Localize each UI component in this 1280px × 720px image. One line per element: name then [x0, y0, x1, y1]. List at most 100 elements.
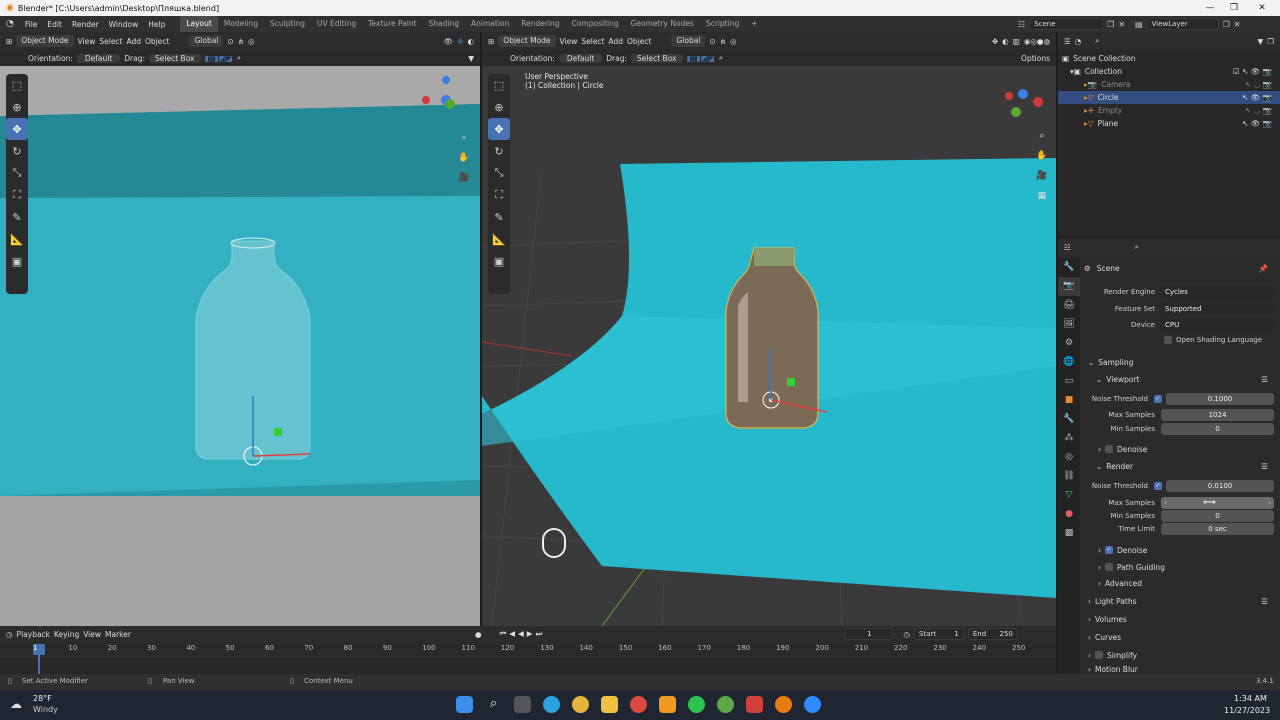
pin-icon[interactable]: 📌 — [1259, 264, 1268, 273]
timeline-track-area[interactable] — [0, 658, 1056, 674]
menu-select[interactable]: Select — [581, 37, 604, 46]
collection-visibility-icons[interactable]: ☑ ↖ 👁 📷 — [1233, 67, 1272, 76]
timeline-editor-icon[interactable]: ◷ — [6, 630, 13, 639]
tab-scripting[interactable]: Scripting — [700, 16, 745, 32]
pivot-icon[interactable]: ⊙ — [227, 37, 233, 46]
filter-icon[interactable]: ▼ — [468, 54, 474, 63]
select-box-tool-icon[interactable]: ⬚ — [6, 74, 28, 96]
rotate-tool-icon[interactable]: ↻ — [488, 140, 510, 162]
collection-tab-icon[interactable]: ▭ — [1058, 372, 1080, 391]
path-guiding-header[interactable]: › Path Guiding — [1084, 560, 1274, 574]
whatsapp-icon[interactable] — [688, 696, 705, 713]
zoom-icon[interactable]: ⌕ — [1034, 128, 1050, 144]
rotate-tool-icon[interactable]: ↻ — [6, 140, 28, 162]
menu-view[interactable]: View — [560, 37, 578, 46]
menu-add[interactable]: Add — [609, 37, 624, 46]
vp-noise-field[interactable]: 0.1000 — [1166, 392, 1274, 405]
increment-icon[interactable]: › — [1268, 497, 1271, 509]
playback-controls[interactable]: ⏮◀◀▶⏭ — [500, 629, 546, 639]
select-box-tool-icon[interactable]: ⬚ — [488, 74, 510, 96]
display-mode-icon[interactable]: ◔ — [1075, 37, 1082, 46]
feature-set-select[interactable]: Supported — [1161, 302, 1274, 315]
annotate-tool-icon[interactable]: ✎ — [6, 206, 28, 228]
menu-add[interactable]: Add — [127, 37, 142, 46]
add-cube-tool-icon[interactable]: ▣ — [488, 250, 510, 272]
weather-icon[interactable]: ☁ — [10, 697, 22, 711]
search-icon[interactable]: ⌕ — [719, 53, 723, 63]
material-tab-icon[interactable]: ● — [1058, 505, 1080, 524]
gizmo-icon[interactable]: ✥ — [992, 37, 998, 46]
cursor-tool-icon[interactable]: ⊕ — [6, 96, 28, 118]
blender-taskbar-icon[interactable] — [775, 696, 792, 713]
current-frame-field[interactable]: 1 — [845, 628, 894, 640]
mode-select[interactable]: Object Mode — [16, 35, 74, 47]
tab-modeling[interactable]: Modeling — [218, 16, 264, 32]
tab-layout[interactable]: Layout — [180, 16, 218, 32]
chrome-alt-icon[interactable] — [717, 696, 734, 713]
transform-orientation-select[interactable]: Global — [671, 35, 706, 47]
tab-compositing[interactable]: Compositing — [566, 16, 625, 32]
orientation-select[interactable]: Default — [558, 53, 603, 63]
delete-viewlayer-icon[interactable]: ✕ — [1234, 20, 1241, 29]
editor-type-icon[interactable]: ⊞ — [6, 37, 12, 46]
simplify-checkbox[interactable] — [1095, 651, 1103, 659]
data-tab-icon[interactable]: ▽ — [1058, 486, 1080, 505]
scene-tab-icon[interactable]: ⚙ — [1058, 334, 1080, 353]
new-viewlayer-icon[interactable]: ❐ — [1223, 20, 1230, 29]
outliner-filter-icon[interactable]: ▼ — [1257, 37, 1263, 46]
curves-header[interactable]: › Curves — [1084, 630, 1274, 644]
item-visibility-icons[interactable]: ↖ ◡ 📷 — [1245, 80, 1272, 89]
advanced-header[interactable]: › Advanced — [1084, 576, 1274, 590]
file-explorer-icon[interactable] — [601, 696, 618, 713]
mode-select[interactable]: Object Mode — [498, 35, 556, 47]
pan-hand-icon[interactable]: ✋ — [1034, 148, 1050, 164]
task-view-icon[interactable] — [514, 696, 531, 713]
tab-geometry-nodes[interactable]: Geometry Nodes — [625, 16, 700, 32]
viewlayer-field[interactable]: ViewLayer — [1146, 18, 1219, 30]
new-scene-icon[interactable]: ❐ — [1107, 20, 1114, 29]
particles-tab-icon[interactable]: ⁂ — [1058, 429, 1080, 448]
add-cube-tool-icon[interactable]: ▣ — [6, 250, 28, 272]
r-max-samples-field[interactable]: ‹ ⟺ › — [1161, 496, 1274, 509]
annotate-tool-icon[interactable]: ✎ — [488, 206, 510, 228]
add-workspace-button[interactable]: + — [745, 16, 763, 32]
tab-animation[interactable]: Animation — [465, 16, 515, 32]
constraints-tab-icon[interactable]: ⛓ — [1058, 467, 1080, 486]
timeline[interactable]: ◷ Playback Keying View Marker ● ⏮◀◀▶⏭ 1 … — [0, 626, 1056, 674]
right-viewport-canvas[interactable]: User Perspective (1) Collection | Circle… — [482, 66, 1056, 626]
camera-view-icon[interactable]: 🎥 — [1034, 168, 1050, 184]
r-min-samples-field[interactable]: 0 — [1161, 509, 1274, 522]
cursor-tool-icon[interactable]: ⊕ — [488, 96, 510, 118]
tab-shading[interactable]: Shading — [423, 16, 465, 32]
outliner-item-empty[interactable]: ▸✛ Empty ↖ ◡ 📷 — [1058, 104, 1280, 117]
texture-tab-icon[interactable]: ▩ — [1058, 524, 1080, 543]
vp-min-samples-field[interactable]: 0 — [1161, 422, 1274, 435]
outliner-search-icon[interactable]: ⌕ — [1095, 36, 1099, 46]
search-taskbar-icon[interactable]: ⌕ — [485, 696, 502, 713]
chrome-profile-icon[interactable] — [630, 696, 647, 713]
outliner-scene-collection[interactable]: ▣ Scene Collection — [1058, 52, 1280, 65]
zoom-icon[interactable]: ⌕ — [456, 130, 472, 146]
menu-object[interactable]: Object — [145, 37, 169, 46]
sampling-panel-header[interactable]: ⌄ Sampling — [1084, 355, 1274, 369]
render-engine-select[interactable]: Cycles — [1161, 285, 1274, 298]
tab-texture-paint[interactable]: Texture Paint — [362, 16, 422, 32]
outliner-item-camera[interactable]: ▸📷 Camera ↖ ◡ 📷 — [1058, 78, 1280, 91]
r-denoise-header[interactable]: › ✓ Denoise — [1084, 543, 1274, 557]
outliner-collection[interactable]: ▾▣ Collection ☑ ↖ 👁 📷 — [1058, 65, 1280, 78]
physics-tab-icon[interactable]: ◎ — [1058, 448, 1080, 467]
shading-modes-icon[interactable]: ◉◎●◍ — [1024, 37, 1050, 46]
close-icon[interactable]: ✕ — [1248, 0, 1276, 16]
motion-blur-header[interactable]: › Motion Blur — [1084, 665, 1274, 674]
menu-help[interactable]: Help — [143, 20, 170, 29]
r-noise-field[interactable]: 0.0100 — [1166, 479, 1274, 492]
outliner-item-circle[interactable]: ▸▽ Circle ↖ 👁 📷 — [1058, 91, 1280, 104]
item-visibility-icons[interactable]: ↖ 👁 📷 — [1242, 93, 1272, 102]
vp-denoise-checkbox[interactable] — [1105, 445, 1113, 453]
scale-tool-icon[interactable]: ⤡ — [6, 162, 28, 184]
measure-tool-icon[interactable]: 📐 — [6, 228, 28, 250]
telegram-icon[interactable] — [543, 696, 560, 713]
render-subpanel-header[interactable]: ⌄ Render ☰ — [1084, 459, 1274, 473]
editor-type-icon[interactable]: ⊞ — [488, 37, 494, 46]
blender-menu-icon[interactable]: ◔ — [0, 19, 20, 29]
